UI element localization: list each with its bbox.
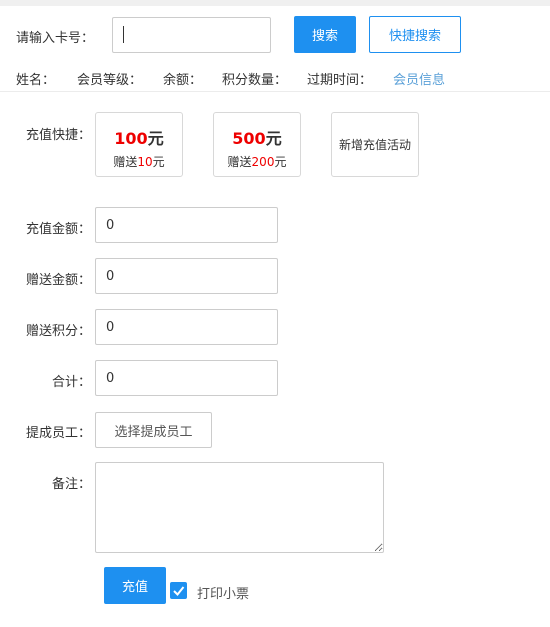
quick-amount: 500元: [232, 129, 282, 148]
gift-points-input[interactable]: [95, 309, 278, 345]
quick-gift: 赠送200元: [227, 155, 287, 169]
member-info-link[interactable]: 会员信息: [393, 69, 445, 88]
gift-amount-input[interactable]: [95, 258, 278, 294]
recharge-button[interactable]: 充值: [104, 567, 166, 604]
remark-label: 备注：: [51, 477, 91, 492]
quick-recharge-label: 充值快捷：: [25, 128, 91, 143]
new-recharge-activity-button[interactable]: 新增充值活动: [331, 112, 419, 177]
select-staff-button[interactable]: 选择提成员工: [95, 412, 212, 448]
print-receipt-label: 打印小票: [197, 587, 250, 602]
gift-amount-label: 赠送金额：: [25, 273, 91, 288]
text-caret: [123, 26, 124, 43]
points-label: 积分数量：: [222, 73, 288, 88]
divider: [0, 91, 550, 92]
member-level-label: 会员等级：: [77, 73, 143, 88]
print-receipt-checkbox[interactable]: [170, 582, 187, 599]
remark-textarea[interactable]: [95, 462, 384, 553]
recharge-amount-label: 充值金额：: [25, 222, 91, 237]
top-strip: [0, 0, 550, 6]
staff-label: 提成员工：: [25, 426, 91, 441]
search-button[interactable]: 搜索: [294, 16, 356, 53]
quick-recharge-500-button[interactable]: 500元 赠送200元: [213, 112, 301, 177]
recharge-amount-input[interactable]: [95, 207, 278, 243]
name-label: 姓名：: [16, 73, 56, 88]
balance-label: 余额：: [163, 73, 203, 88]
total-label: 合计：: [51, 375, 91, 390]
quick-search-button[interactable]: 快捷搜索: [369, 16, 461, 53]
total-input[interactable]: [95, 360, 278, 396]
gift-points-label: 赠送积分：: [25, 324, 91, 339]
quick-recharge-100-button[interactable]: 100元 赠送10元: [95, 112, 183, 177]
card-number-input[interactable]: [112, 17, 271, 53]
check-icon: [173, 586, 185, 596]
quick-amount: 100元: [114, 129, 164, 148]
card-number-label: 请输入卡号：: [16, 31, 95, 46]
quick-gift: 赠送10元: [113, 155, 165, 169]
expiry-label: 过期时间：: [307, 73, 373, 88]
